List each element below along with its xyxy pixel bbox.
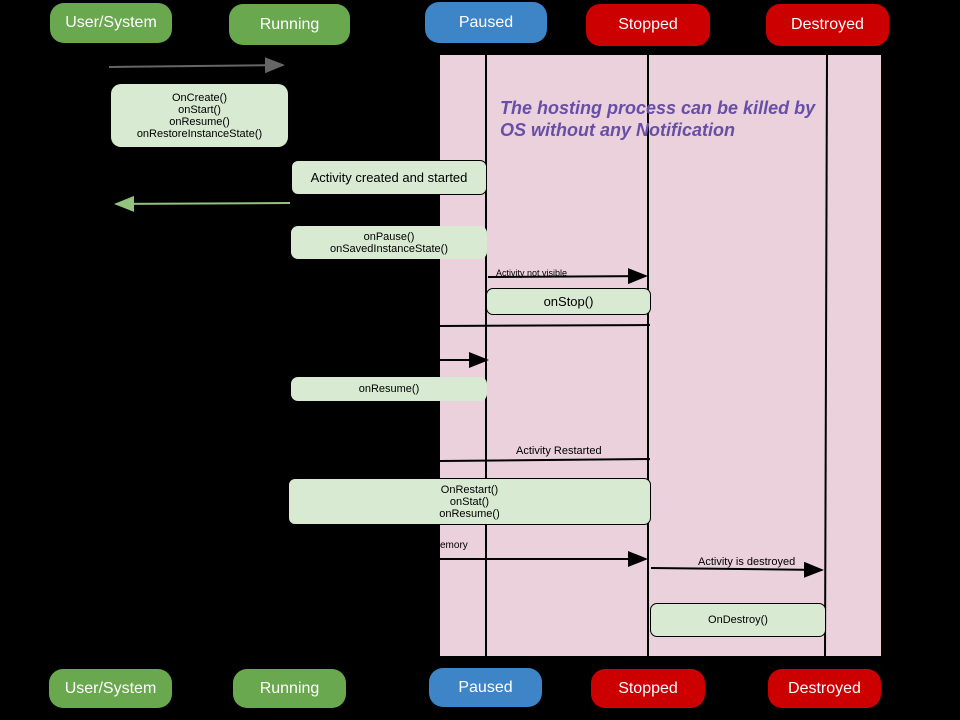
state-user-system-bottom: User/System (49, 669, 172, 708)
arrow-back (439, 324, 651, 327)
label-restarted: Activity Restarted (516, 445, 602, 457)
state-running-bottom: Running (233, 669, 346, 708)
label-memory: emory (440, 540, 468, 551)
arrow-restarted (439, 458, 651, 462)
callback: onSavedInstanceState() (329, 242, 449, 255)
ondestroy-box: OnDestroy() (650, 603, 826, 637)
state-destroyed-bottom: Destroyed (768, 669, 881, 708)
activity-created-box: Activity created and started (291, 160, 487, 195)
pause-callbacks-box: onPause() onSavedInstanceState() (291, 226, 487, 259)
onstop-box: onStop() (486, 288, 651, 315)
callback: OnRestart() (440, 483, 499, 496)
callback: OnCreate() (171, 91, 228, 104)
state-destroyed: Destroyed (766, 4, 889, 46)
arrow-return (114, 195, 291, 212)
callback: onResume() (439, 507, 500, 520)
state-stopped-bottom: Stopped (591, 669, 705, 708)
callback: onRestoreInstanceState() (136, 127, 263, 140)
state-running: Running (229, 4, 350, 45)
arrow-start (108, 57, 285, 74)
callback: onStat() (449, 495, 490, 508)
callback: onPause() (363, 230, 415, 243)
state-paused: Paused (425, 2, 547, 43)
state-user-system: User/System (50, 3, 172, 43)
create-callbacks-box: OnCreate() onStart() onResume() onRestor… (111, 84, 288, 147)
kill-note: The hosting process can be killed by OS … (500, 98, 816, 140)
label-destroyed: Activity is destroyed (698, 556, 796, 568)
restart-callbacks-box: OnRestart() onStat() onResume() (288, 478, 651, 525)
arrow-destroyed (650, 561, 824, 578)
label-not-visible: Activity not visible (496, 268, 568, 278)
onresume-box: onResume() (291, 377, 487, 401)
callback: onResume() (169, 115, 230, 128)
state-stopped: Stopped (586, 4, 710, 46)
lifeline-destroyed (824, 54, 828, 657)
state-paused-bottom: Paused (429, 668, 542, 707)
callback: onStart() (178, 103, 221, 116)
